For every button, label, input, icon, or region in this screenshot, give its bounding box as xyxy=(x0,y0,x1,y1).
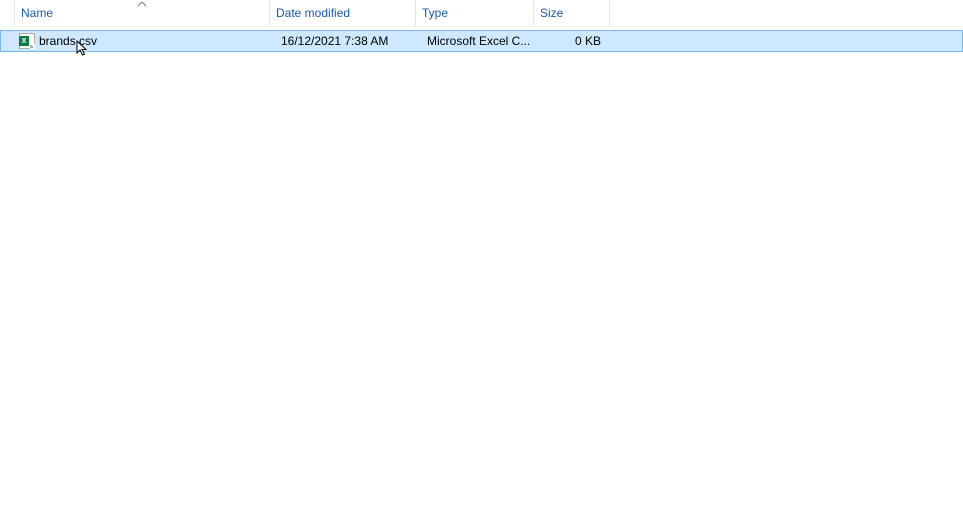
file-size: 0 KB xyxy=(575,34,601,48)
column-header-label: Date modified xyxy=(276,6,350,20)
file-name-cell: X a brands.csv xyxy=(15,31,271,51)
file-row[interactable]: X a brands.csv 16/12/2021 7:38 AM Micros… xyxy=(0,30,963,52)
file-list-view: Name Date modified Type Size X a brands.… xyxy=(0,0,963,509)
file-date: 16/12/2021 7:38 AM xyxy=(281,34,388,48)
column-header-row: Name Date modified Type Size xyxy=(0,0,963,26)
column-header-type[interactable]: Type xyxy=(416,0,534,26)
column-header-label: Size xyxy=(540,6,563,20)
column-header-label: Type xyxy=(422,6,448,20)
file-type-cell: Microsoft Excel C... xyxy=(417,31,535,51)
file-date-cell: 16/12/2021 7:38 AM xyxy=(271,31,417,51)
column-header-name[interactable]: Name xyxy=(14,0,270,26)
sort-ascending-icon xyxy=(138,0,146,9)
column-header-date[interactable]: Date modified xyxy=(270,0,416,26)
column-header-size[interactable]: Size xyxy=(534,0,610,26)
file-name: brands.csv xyxy=(39,34,97,48)
file-size-cell: 0 KB xyxy=(535,31,611,51)
file-type: Microsoft Excel C... xyxy=(427,34,530,48)
column-header-label: Name xyxy=(21,6,53,20)
excel-csv-icon: X a xyxy=(19,33,35,49)
